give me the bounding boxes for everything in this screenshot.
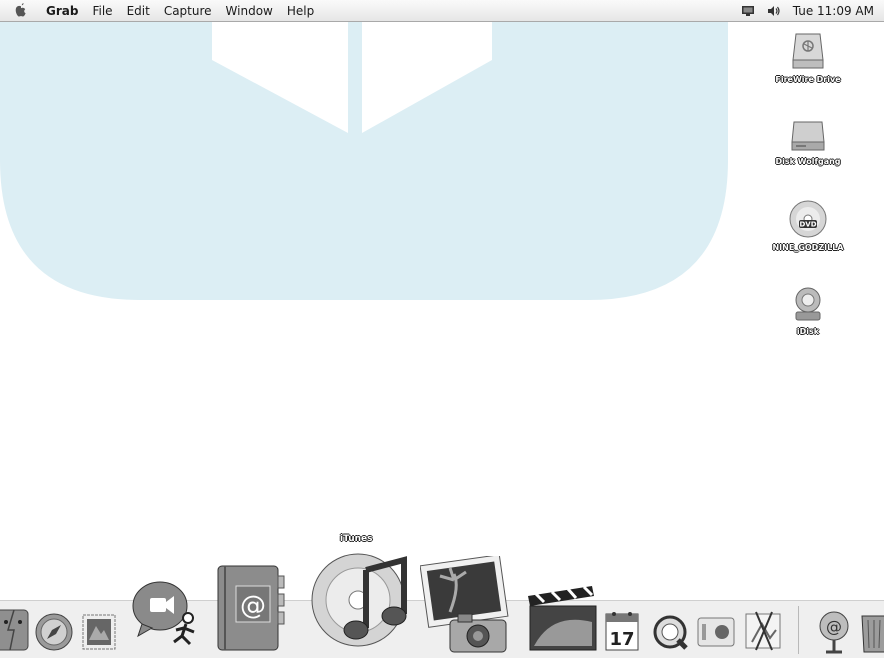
ical-day: 17 [609,629,634,650]
quicktime-icon[interactable] [652,614,690,652]
itunes-icon[interactable] [308,548,412,652]
desktop-icon-label: iDisk [796,327,820,336]
desktop-icon-idisk[interactable]: iDisk [758,284,858,336]
svg-text:DVD: DVD [799,221,816,229]
address-book-icon[interactable]: @ [214,562,286,654]
dock-hover-label: iTunes [340,534,373,544]
safari-icon[interactable] [34,612,74,652]
dock-separator [798,606,799,654]
display-icon[interactable] [741,5,755,17]
mail-stamp-icon[interactable] [80,612,118,652]
idisk-icon [795,287,821,321]
desktop-icon-label: NINE_GODZILLA [772,243,844,252]
volume-icon[interactable] [767,5,781,17]
firewire-drive-icon [792,33,824,69]
hard-disk-icon [791,121,825,151]
mail-icon[interactable]: @ [814,608,854,654]
iphoto-icon[interactable] [420,556,516,654]
ical-icon[interactable]: 17 [604,608,640,652]
preview-icon[interactable] [742,608,786,654]
desktop-icon-label: FireWire Drive [775,75,841,84]
system-preferences-icon[interactable] [696,614,736,650]
menu-clock[interactable]: Tue 11:09 AM [793,4,874,18]
imovie-icon[interactable] [522,572,602,654]
svg-text:@: @ [240,591,266,621]
desktop-icon-nine-godzilla[interactable]: DVD NINE_GODZILLA [758,198,858,252]
dvd-disc-icon: DVD [789,200,827,238]
svg-text:@: @ [826,617,842,636]
watermark-shape [0,22,728,300]
finder-icon[interactable] [0,608,30,654]
desktop-icon-firewire-drive[interactable]: FireWire Drive [758,30,858,84]
ichat-icon[interactable] [130,578,204,650]
desktop-icon-disk-wolfgang[interactable]: Disk Wolfgang [758,114,858,166]
trash-icon[interactable] [858,610,884,656]
desktop-icon-label: Disk Wolfgang [775,157,841,166]
